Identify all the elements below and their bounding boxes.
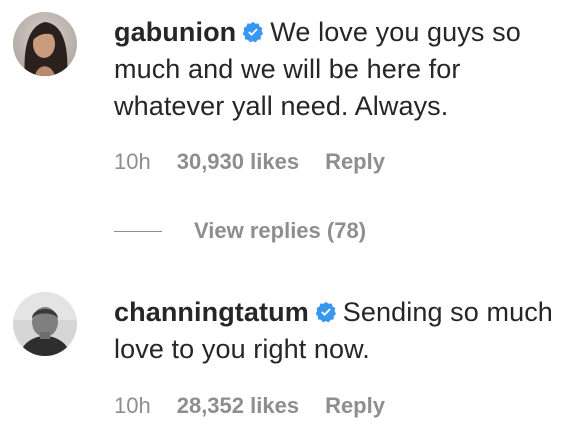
view-replies-button[interactable]: View replies (78) bbox=[114, 216, 366, 246]
comment-username[interactable]: channingtatum bbox=[114, 297, 309, 327]
comment-body: channingtatum Sending so much love to you… bbox=[114, 294, 558, 368]
likes-count[interactable]: 28,352 likes bbox=[177, 393, 299, 419]
comment-meta: 10h 28,352 likes Reply bbox=[114, 393, 385, 419]
verified-badge-icon bbox=[242, 21, 264, 43]
comment-username[interactable]: gabunion bbox=[114, 17, 236, 47]
reply-button[interactable]: Reply bbox=[325, 149, 385, 175]
verified-badge-icon bbox=[315, 301, 336, 323]
comment-timestamp[interactable]: 10h bbox=[114, 149, 151, 175]
view-replies-label: View replies (78) bbox=[194, 218, 367, 243]
avatar[interactable] bbox=[13, 12, 77, 76]
comment-body: gabunion We love you guys so much and we … bbox=[114, 14, 558, 125]
avatar[interactable] bbox=[13, 292, 77, 356]
comment-timestamp[interactable]: 10h bbox=[114, 393, 151, 419]
reply-button[interactable]: Reply bbox=[325, 393, 385, 419]
likes-count[interactable]: 30,930 likes bbox=[177, 149, 299, 175]
divider-line bbox=[114, 230, 162, 232]
comment-meta: 10h 30,930 likes Reply bbox=[114, 149, 385, 175]
